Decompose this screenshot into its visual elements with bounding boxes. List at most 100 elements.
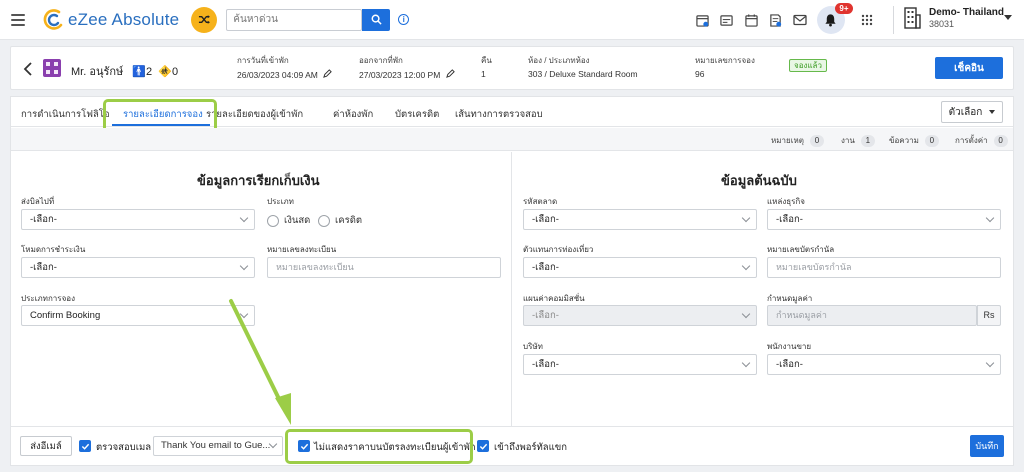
commission-plan-select: -เลือก- <box>523 305 757 326</box>
counter-messages[interactable]: ข้อความ 0 <box>889 134 939 147</box>
column-divider <box>511 152 512 426</box>
registration-no-input[interactable]: หมายเลขลงทะเบียน <box>267 257 501 278</box>
counters-bar: หมายเหตุ 0 งาน 1 ข้อความ 0 การตั้งค่า 0 <box>11 128 1013 151</box>
set-value-input: กำหนดมูลค่า <box>767 305 977 326</box>
chevron-down-icon <box>985 358 995 368</box>
tab-credit-card[interactable]: บัตรเครดิต <box>395 107 439 122</box>
card-icon[interactable] <box>715 8 739 32</box>
company-label: บริษัท <box>523 342 543 351</box>
check-in-button[interactable]: เช็คอิน <box>935 57 1003 79</box>
property-selector[interactable]: Demo- Thailand 38031 <box>904 7 1004 29</box>
travel-agent-select[interactable]: -เลือก- <box>523 257 757 278</box>
adult-count: 2 <box>146 66 153 78</box>
travel-agent-label: ตัวแทนการท่องเที่ยว <box>523 245 594 254</box>
billing-info-title: ข้อมูลการเรียกเก็บเงิน <box>197 173 320 188</box>
building-icon <box>904 7 921 29</box>
chevron-down-icon <box>741 213 751 223</box>
edit-departure-icon[interactable] <box>445 69 455 78</box>
calendar-icon[interactable] <box>739 8 763 32</box>
property-name: Demo- Thailand <box>929 7 1005 18</box>
counter-notes[interactable]: หมายเหตุ 0 <box>771 134 824 147</box>
property-id: 38031 <box>929 19 955 29</box>
footer-bar: ส่งอีเมล์ ตรวจสอบเมล Thank You email to … <box>11 426 1013 465</box>
chevron-down-icon <box>989 110 996 114</box>
nights-field: คืน 1 <box>481 56 492 79</box>
voucher-no-input[interactable]: หมายเลขบัตรกำนัล <box>767 257 1001 278</box>
header-divider <box>893 6 894 34</box>
mail-icon[interactable] <box>788 8 812 32</box>
options-dropdown[interactable]: ตัวเลือก <box>941 101 1003 123</box>
departure-field: ออกจากที่พัก 27/03/2023 12:00 PM <box>359 54 455 80</box>
child-icon: 🚸 <box>158 66 172 78</box>
reservation-number-field: หมายเลขการจอง 96 <box>695 56 755 79</box>
tab-folio-operations[interactable]: การดำเนินการโฟลิโอ <box>21 107 110 122</box>
commission-plan-label: แผนค่าคอมมิสชั่น <box>523 294 585 303</box>
chevron-down-icon <box>741 261 751 271</box>
portal-access-checkbox[interactable] <box>477 440 489 452</box>
payment-mode-select[interactable]: -เลือก- <box>21 257 255 278</box>
calendar-add-icon[interactable] <box>690 8 714 32</box>
currency-addon: Rs <box>977 305 1001 326</box>
chevron-down-icon <box>741 358 751 368</box>
payment-mode-label: โหมดการชำระเงิน <box>21 245 86 254</box>
booking-details-panel: การดำเนินการโฟลิโอ รายละเอียดการจอง รายล… <box>10 96 1014 466</box>
portal-access-label: เข้าถึงพอร์ทัลแขก <box>494 442 567 453</box>
tab-audit-trail[interactable]: เส้นทางการตรวจสอบ <box>455 107 543 122</box>
radio-cash[interactable]: เงินสด <box>267 213 310 228</box>
invoice-icon[interactable] <box>764 8 788 32</box>
billing-type-label: ประเภท <box>267 197 294 206</box>
room-grid-icon <box>43 59 61 77</box>
check-email-checkbox[interactable] <box>79 440 91 452</box>
business-source-label: แหล่งธุรกิจ <box>767 197 805 206</box>
chevron-down-icon <box>741 309 751 319</box>
tab-guest-details[interactable]: รายละเอียดของผู้เข้าพัก <box>206 107 303 122</box>
salesperson-label: พนักงานขาย <box>767 342 812 351</box>
notifications-button[interactable]: 9+ <box>816 3 853 34</box>
room-field: ห้อง / ประเภทห้อง 303 / Deluxe Standard … <box>528 56 638 79</box>
source-info-title: ข้อมูลต้นฉบับ <box>721 173 797 188</box>
market-code-select[interactable]: -เลือก- <box>523 209 757 230</box>
booking-type-select[interactable]: Confirm Booking <box>21 305 255 326</box>
counter-settings[interactable]: การตั้งค่า 0 <box>955 134 1008 147</box>
check-email-label: ตรวจสอบเมล <box>96 442 152 453</box>
logo[interactable]: eZee Absolute <box>43 8 180 31</box>
counter-tasks[interactable]: งาน 1 <box>841 134 875 147</box>
adult-icon: 🚹 <box>132 66 147 78</box>
ezee-logo-icon <box>43 8 65 31</box>
notification-badge: 9+ <box>835 3 853 14</box>
bill-to-select[interactable]: -เลือก- <box>21 209 255 230</box>
logo-text: eZee Absolute <box>68 9 180 29</box>
radio-credit[interactable]: เครดิต <box>318 213 362 228</box>
save-button[interactable]: บันทึก <box>970 435 1004 457</box>
quick-search-input[interactable] <box>226 8 363 31</box>
apps-grid-icon[interactable] <box>855 8 879 32</box>
set-value-label: กำหนดมูลค่า <box>767 294 813 303</box>
market-code-label: รหัสตลาด <box>523 197 558 206</box>
voucher-no-label: หมายเลขบัตรกำนัล <box>767 245 835 254</box>
child-count: 0 <box>171 66 179 78</box>
bell-icon <box>825 14 836 27</box>
shuffle-button[interactable] <box>191 6 218 33</box>
salesperson-select[interactable]: -เลือก- <box>767 354 1001 375</box>
company-select[interactable]: -เลือก- <box>523 354 757 375</box>
checkbox-highlight-box <box>285 429 473 464</box>
info-icon[interactable]: i <box>398 14 410 25</box>
bill-to-label: ส่งบิลไปที่ <box>21 197 55 206</box>
edit-arrival-icon[interactable] <box>323 69 333 78</box>
tab-room-charges[interactable]: ค่าห้องพัก <box>333 107 373 122</box>
search-button[interactable] <box>362 8 391 31</box>
guest-summary-card: Mr. อนุรักษ์ 🚹2 🚸0 การวันที่เข้าพัก 26/0… <box>10 46 1014 90</box>
back-arrow-icon[interactable] <box>23 60 33 81</box>
business-source-select[interactable]: -เลือก- <box>767 209 1001 230</box>
send-email-button[interactable]: ส่งอีเมล์ <box>20 436 72 456</box>
arrival-field: การวันที่เข้าพัก 26/03/2023 04:09 AM <box>237 54 333 80</box>
property-dropdown-icon[interactable] <box>1004 15 1012 20</box>
email-template-select[interactable]: Thank You email to Gue... <box>153 436 283 456</box>
shuffle-icon <box>198 15 210 24</box>
chevron-down-icon <box>239 309 249 319</box>
chevron-down-icon <box>239 213 249 223</box>
guest-name: Mr. อนุรักษ์ 🚹2 🚸0 <box>71 66 179 78</box>
menu-icon[interactable] <box>11 13 25 26</box>
check-icon <box>479 443 487 450</box>
registration-no-label: หมายเลขลงทะเบียน <box>267 245 337 254</box>
